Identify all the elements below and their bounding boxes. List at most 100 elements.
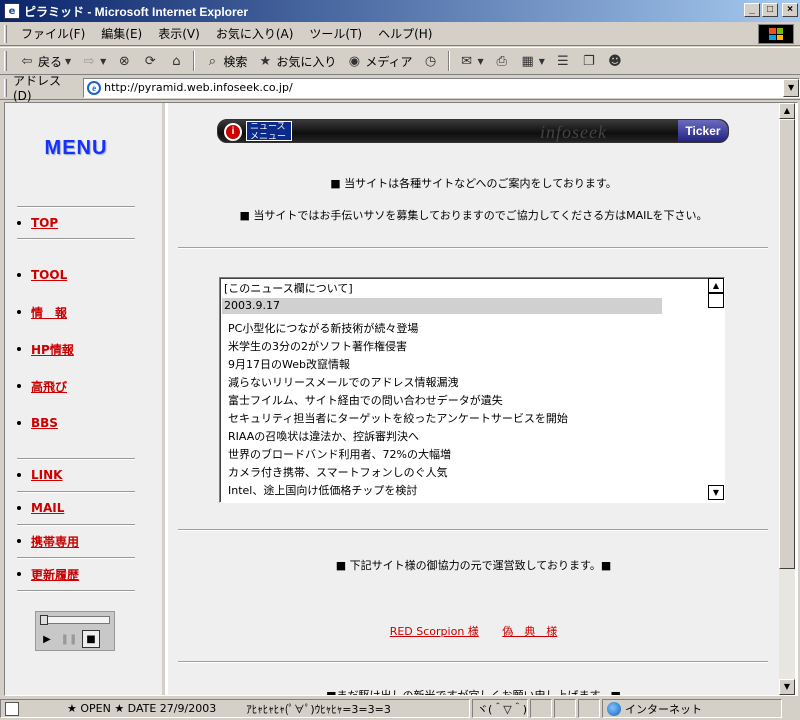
address-dropdown-button[interactable]: ▼ [783,78,800,97]
back-button[interactable]: ⇦ 戻る ▼ [15,49,75,73]
news-list-box[interactable]: [このニュース欄について] 2003.9.17 PC小型化につながる新技術が続々… [219,277,725,503]
favorites-icon: ★ [259,53,272,69]
news-item[interactable]: 9月17日のWeb改竄情報 [228,356,568,374]
nav-item-hp-info[interactable]: HP情報 [17,338,137,360]
print-button[interactable]: ⎙ [490,49,514,73]
news-menu-button[interactable]: ニュース メニュー [246,121,292,142]
nav-link-mobile[interactable]: 携帯専用 [31,533,79,550]
menu-help[interactable]: ヘルプ(H) [370,25,440,42]
scroll-thumb[interactable] [708,293,724,308]
nav-item-info[interactable]: 情 報 [17,301,137,323]
research-button[interactable]: ❐ [577,49,601,73]
ie-page-icon: e [4,3,20,19]
address-input[interactable]: e http://pyramid.web.infoseek.co.jp/ ▼ [83,77,800,98]
news-item[interactable]: セキュリティ担当者にターゲットを絞ったアンケートサービスを開始 [228,410,568,428]
chevron-down-icon[interactable]: ▼ [539,57,545,66]
stop-button[interactable]: ⊗ [112,49,136,73]
refresh-button[interactable]: ⟳ [138,49,162,73]
stop-icon[interactable]: ■ [82,630,100,648]
scroll-up-icon[interactable]: ▲ [779,103,795,119]
bullet-icon [17,421,21,425]
status-bar: ★ OPEN ★ DATE 27/9/2003 ｱﾋｬﾋｬﾋｬ(ﾟ∀ﾟ)ｳﾋｬﾋ… [0,697,800,720]
news-menu-label-2: メニュー [250,132,287,142]
menu-view[interactable]: 表示(V) [150,25,208,42]
discuss-button[interactable]: ☰ [551,49,575,73]
window-controls: _ □ × [744,3,798,17]
nav-item-top[interactable]: TOP [17,212,137,234]
nav-link-hp-info[interactable]: HP情報 [31,341,74,358]
news-item[interactable]: 米学生の3分の2がソフト著作権侵害 [228,338,568,356]
nav-link-bbs[interactable]: BBS [31,416,58,430]
scroll-thumb[interactable] [779,119,795,569]
messenger-button[interactable]: ☻ [603,49,627,73]
scroll-down-icon[interactable]: ▼ [708,485,724,500]
nav-link-history[interactable]: 更新履歴 [31,566,79,583]
chevron-down-icon[interactable]: ▼ [100,57,106,66]
news-item[interactable]: Intel、途上国向け低価格チップを検討 [228,482,568,500]
left-menu-frame: MENU TOP TOOL 情 報 HP情報 高飛び BBS LINK MAIL… [5,103,165,695]
discuss-icon: ☰ [557,53,569,69]
minimize-button[interactable]: _ [744,3,760,17]
nav-item-link[interactable]: LINK [17,464,137,486]
toolbar-grip[interactable] [4,51,7,71]
favorites-button[interactable]: ★ お気に入り [253,49,340,73]
edit-button[interactable]: ▦ ▼ [516,49,549,73]
nav-item-takatobi[interactable]: 高飛び [17,375,137,397]
news-item[interactable]: カメラ付き携帯、スマートフォンしのぐ人気 [228,464,568,482]
nav-link-takatobi[interactable]: 高飛び [31,378,67,395]
page-scrollbar[interactable]: ▲ ▼ [779,103,795,695]
news-list: PC小型化につながる新技術が続々登場 米学生の3分の2がソフト著作権侵害 9月1… [228,320,568,500]
nav-item-mail[interactable]: MAIL [17,497,137,519]
player-seek-handle[interactable] [40,615,48,625]
link-red-scorpion[interactable]: RED Scorpion 様 [390,625,479,638]
toolbar-separator [193,51,196,71]
history-button[interactable]: ◷ [419,49,443,73]
chevron-down-icon[interactable]: ▼ [478,57,484,66]
nav-item-history[interactable]: 更新履歴 [17,563,137,585]
menu-favorites[interactable]: お気に入り(A) [208,25,302,42]
chevron-down-icon[interactable]: ▼ [65,57,71,66]
forward-button[interactable]: ⇨ ▼ [77,49,110,73]
ticker-label: Ticker [678,120,728,142]
nav-link-link[interactable]: LINK [31,468,62,482]
close-button[interactable]: × [782,3,798,17]
nav-divider [17,238,135,240]
news-header[interactable]: [このニュース欄について] [224,280,353,296]
news-scrollbar[interactable]: ▲ ▼ [708,278,724,502]
home-button[interactable]: ⌂ [164,49,188,73]
scroll-up-icon[interactable]: ▲ [708,278,724,293]
nav-item-mobile[interactable]: 携帯専用 [17,530,137,552]
menu-edit[interactable]: 編集(E) [93,25,150,42]
news-item[interactable]: 世界のブロードバンド利用者、72%の大幅増 [228,446,568,464]
nav-item-tool[interactable]: TOOL [17,264,137,286]
news-ticker[interactable]: i ニュース メニュー infoseek Ticker [217,119,729,143]
link-gitenn[interactable]: 偽 典 様 [502,625,557,638]
toolbar-grip[interactable] [4,24,7,43]
menu-file[interactable]: ファイル(F) [13,25,93,42]
nav-link-tool[interactable]: TOOL [31,268,67,282]
news-item[interactable]: RIAAの召喚状は違法か、控訴審判決へ [228,428,568,446]
toolbar-grip[interactable] [4,78,7,97]
scroll-down-icon[interactable]: ▼ [779,679,795,695]
menu-tools[interactable]: ツール(T) [301,25,370,42]
news-date: 2003.9.17 [222,298,662,314]
address-url[interactable]: http://pyramid.web.infoseek.co.jp/ [104,81,293,94]
news-item[interactable]: PC小型化につながる新技術が続々登場 [228,320,568,338]
nav-link-top[interactable]: TOP [31,216,58,230]
play-icon[interactable]: ▶ [38,630,56,648]
player-seek-track[interactable] [40,616,110,624]
nav-item-bbs[interactable]: BBS [17,412,137,434]
news-item[interactable]: 減らないリリースメールでのアドレス情報漏洩 [228,374,568,392]
mail-button[interactable]: ✉ ▼ [455,49,488,73]
nav-link-mail[interactable]: MAIL [31,501,64,515]
status-marquee: ★ OPEN ★ DATE 27/9/2003 [67,702,217,715]
news-item[interactable]: 富士フイルム、サイト経由での問い合わせデータが遺失 [228,392,568,410]
search-button[interactable]: ⌕ 検索 [200,49,251,73]
nav-link-info[interactable]: 情 報 [31,304,67,321]
maximize-button[interactable]: □ [762,3,778,17]
resize-grip-icon[interactable] [784,703,796,715]
bullet-icon [17,273,21,277]
stop-icon: ⊗ [118,53,130,69]
media-button[interactable]: ◉ メディア [342,49,416,73]
pause-icon[interactable]: ❚❚ [60,630,78,648]
